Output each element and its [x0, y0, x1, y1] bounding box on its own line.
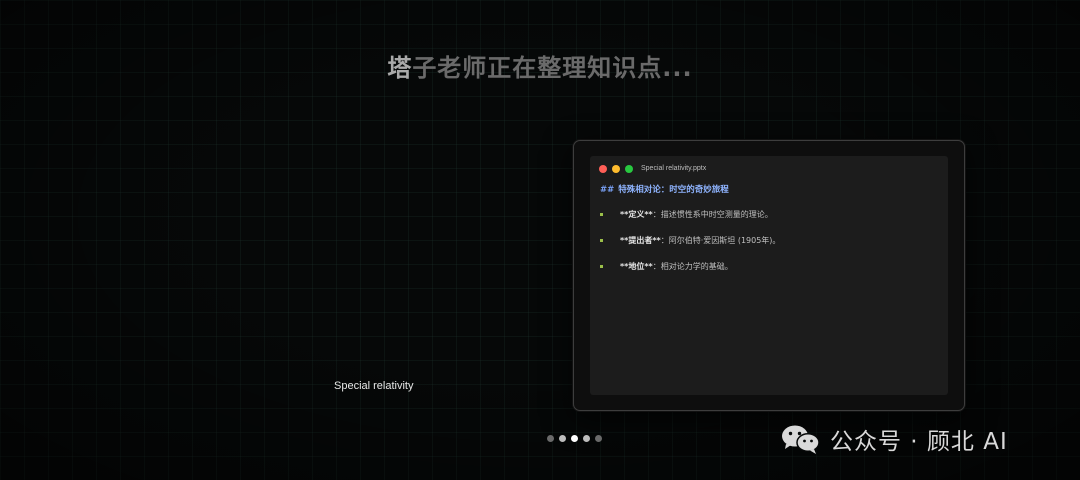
- heading-marker: ##: [600, 185, 615, 195]
- pager-dot-5[interactable]: [595, 435, 602, 442]
- bullet-key: **提出者**: [620, 236, 661, 245]
- watermark: 公众号 · 顾北 AI: [780, 422, 1008, 456]
- pager-dot-1[interactable]: [547, 435, 554, 442]
- watermark-text: 公众号 · 顾北 AI: [830, 429, 1008, 455]
- page-title: 塔子老师正在整理知识点...: [0, 48, 1080, 83]
- pager-dot-3[interactable]: [571, 435, 578, 442]
- page-title-lead: 塔: [387, 54, 413, 82]
- file-name: Special relativity.pptx: [641, 165, 707, 172]
- page-title-rest: 子老师正在整理知识点...: [412, 54, 693, 82]
- bullet-key: **定义**: [620, 210, 653, 219]
- loading-stage: 塔子老师正在整理知识点... Special relativity.pptx #…: [0, 0, 1080, 480]
- bullet-key: **地位**: [620, 262, 653, 271]
- wechat-icon: [782, 425, 820, 454]
- editor-window: Special relativity.pptx ## 特殊相对论：时空的奇妙旅程 …: [590, 156, 948, 395]
- maximize-window-button[interactable]: [625, 164, 633, 173]
- bullet-value: ：描述惯性系中时空测量的理论。: [652, 210, 773, 219]
- bullet-item-definition: **定义** ：描述惯性系中时空测量的理论。: [600, 209, 773, 220]
- window-titlebar: Special relativity.pptx: [599, 163, 706, 174]
- bullet-marker: [600, 213, 603, 216]
- pager-dot-4[interactable]: [583, 435, 590, 442]
- bullet-value: ：相对论力学的基础。: [652, 262, 733, 271]
- minimize-window-button[interactable]: [612, 164, 620, 173]
- markdown-heading: ## 特殊相对论：时空的奇妙旅程: [600, 183, 729, 195]
- heading-text: 特殊相对论：时空的奇妙旅程: [618, 185, 729, 195]
- bullet-item-status: **地位** ：相对论力学的基础。: [600, 261, 733, 272]
- bullet-value: ：阿尔伯特·爱因斯坦 (1905年)。: [660, 236, 781, 245]
- bullet-item-proposer: **提出者** ：阿尔伯特·爱因斯坦 (1905年)。: [600, 235, 780, 246]
- tablet-device: Special relativity.pptx ## 特殊相对论：时空的奇妙旅程 …: [573, 140, 965, 411]
- carousel-pager: [547, 435, 607, 442]
- close-window-button[interactable]: [599, 164, 607, 173]
- slide-caption: Special relativity: [334, 380, 414, 392]
- bullet-marker: [600, 239, 603, 242]
- bullet-marker: [600, 265, 603, 268]
- pager-dot-2[interactable]: [559, 435, 566, 442]
